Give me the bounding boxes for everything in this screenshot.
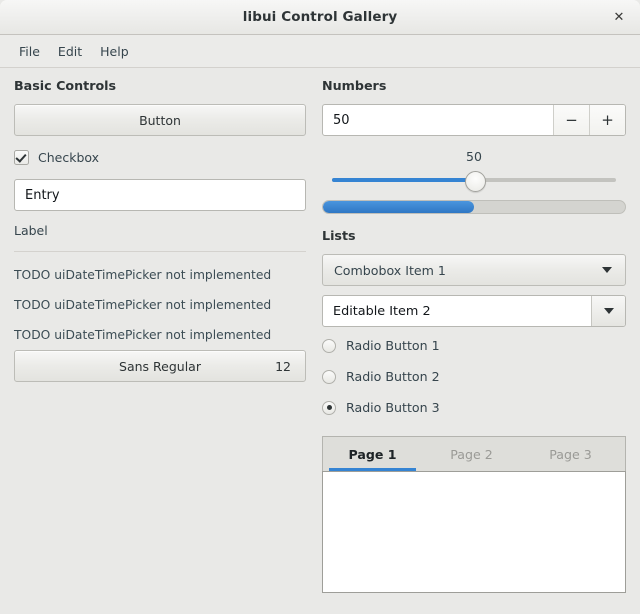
content-area: Basic Controls Button Checkbox Entry Lab… — [0, 68, 640, 614]
datetimepicker-placeholder-1: TODO uiDateTimePicker not implemented — [14, 268, 272, 282]
combobox[interactable]: Combobox Item 1 — [322, 254, 626, 286]
plus-icon[interactable]: + — [589, 105, 625, 135]
static-label: Label — [14, 223, 48, 238]
tab-page-content — [322, 471, 626, 593]
spinbox-value[interactable]: 50 — [323, 105, 553, 135]
progressbar — [322, 200, 626, 214]
application-window: libui Control Gallery ✕ File Edit Help B… — [0, 0, 640, 613]
basic-controls-title: Basic Controls — [14, 78, 117, 93]
tab-page-3[interactable]: Page 3 — [521, 437, 620, 471]
tab-page-2[interactable]: Page 2 — [422, 437, 521, 471]
chevron-down-icon — [602, 267, 612, 273]
progressbar-fill — [323, 201, 474, 213]
basic-controls-group: Basic Controls Button Checkbox Entry Lab… — [14, 78, 306, 382]
radio-input-3[interactable] — [322, 400, 336, 415]
slider-thumb[interactable] — [464, 171, 486, 192]
menubar: File Edit Help — [0, 35, 640, 68]
font-size-label: 12 — [275, 358, 291, 374]
tabstrip: Page 1 Page 2 Page 3 — [322, 436, 626, 471]
tab-page-1[interactable]: Page 1 — [323, 437, 422, 471]
combobox-value: Combobox Item 1 — [334, 262, 446, 278]
checkbox-label: Checkbox — [38, 149, 100, 165]
datetimepicker-placeholder-3: TODO uiDateTimePicker not implemented — [14, 328, 272, 342]
editable-combobox-value[interactable]: Editable Item 2 — [323, 296, 591, 326]
radio-row-2[interactable]: Radio Button 2 — [322, 364, 626, 389]
horizontal-separator — [14, 251, 306, 252]
radio-input-1[interactable] — [322, 338, 336, 353]
checkbox-input[interactable] — [14, 149, 29, 165]
radio-row-3[interactable]: Radio Button 3 — [322, 395, 626, 420]
editable-combobox-dropdown-button[interactable] — [591, 296, 625, 326]
close-icon[interactable]: ✕ — [610, 8, 628, 26]
chevron-down-icon — [604, 308, 614, 314]
slider-value-label: 50 — [466, 149, 482, 164]
radio-label-2: Radio Button 2 — [346, 369, 440, 384]
button[interactable]: Button — [14, 104, 306, 136]
radio-input-2[interactable] — [322, 369, 336, 384]
minus-icon[interactable]: − — [553, 105, 589, 135]
lists-title: Lists — [322, 228, 356, 243]
numbers-title: Numbers — [322, 78, 387, 93]
font-button[interactable]: Sans Regular 12 — [14, 350, 306, 382]
datetimepicker-placeholder-2: TODO uiDateTimePicker not implemented — [14, 298, 272, 312]
spinbox[interactable]: 50 − + — [322, 104, 626, 136]
radio-row-1[interactable]: Radio Button 1 — [322, 333, 626, 358]
window-title: libui Control Gallery — [242, 9, 398, 25]
checkbox-row[interactable]: Checkbox — [14, 145, 306, 169]
menu-item-edit[interactable]: Edit — [49, 41, 91, 62]
menu-item-help[interactable]: Help — [91, 41, 138, 62]
right-column: Numbers 50 − + 50 Lists Combobox Item 1 … — [322, 78, 626, 593]
lists-group: Lists Combobox Item 1 Editable Item 2 Ra… — [322, 228, 626, 420]
entry-input[interactable]: Entry — [14, 179, 306, 211]
slider-fill — [332, 178, 474, 182]
menu-item-file[interactable]: File — [10, 41, 49, 62]
font-family-label: Sans Regular — [119, 358, 201, 374]
tab-control: Page 1 Page 2 Page 3 — [322, 436, 626, 593]
editable-combobox[interactable]: Editable Item 2 — [322, 295, 626, 327]
titlebar: libui Control Gallery ✕ — [0, 0, 640, 35]
slider[interactable] — [322, 168, 626, 192]
numbers-group: Numbers 50 − + 50 — [322, 78, 626, 214]
radio-label-1: Radio Button 1 — [346, 338, 440, 353]
radio-label-3: Radio Button 3 — [346, 400, 440, 415]
